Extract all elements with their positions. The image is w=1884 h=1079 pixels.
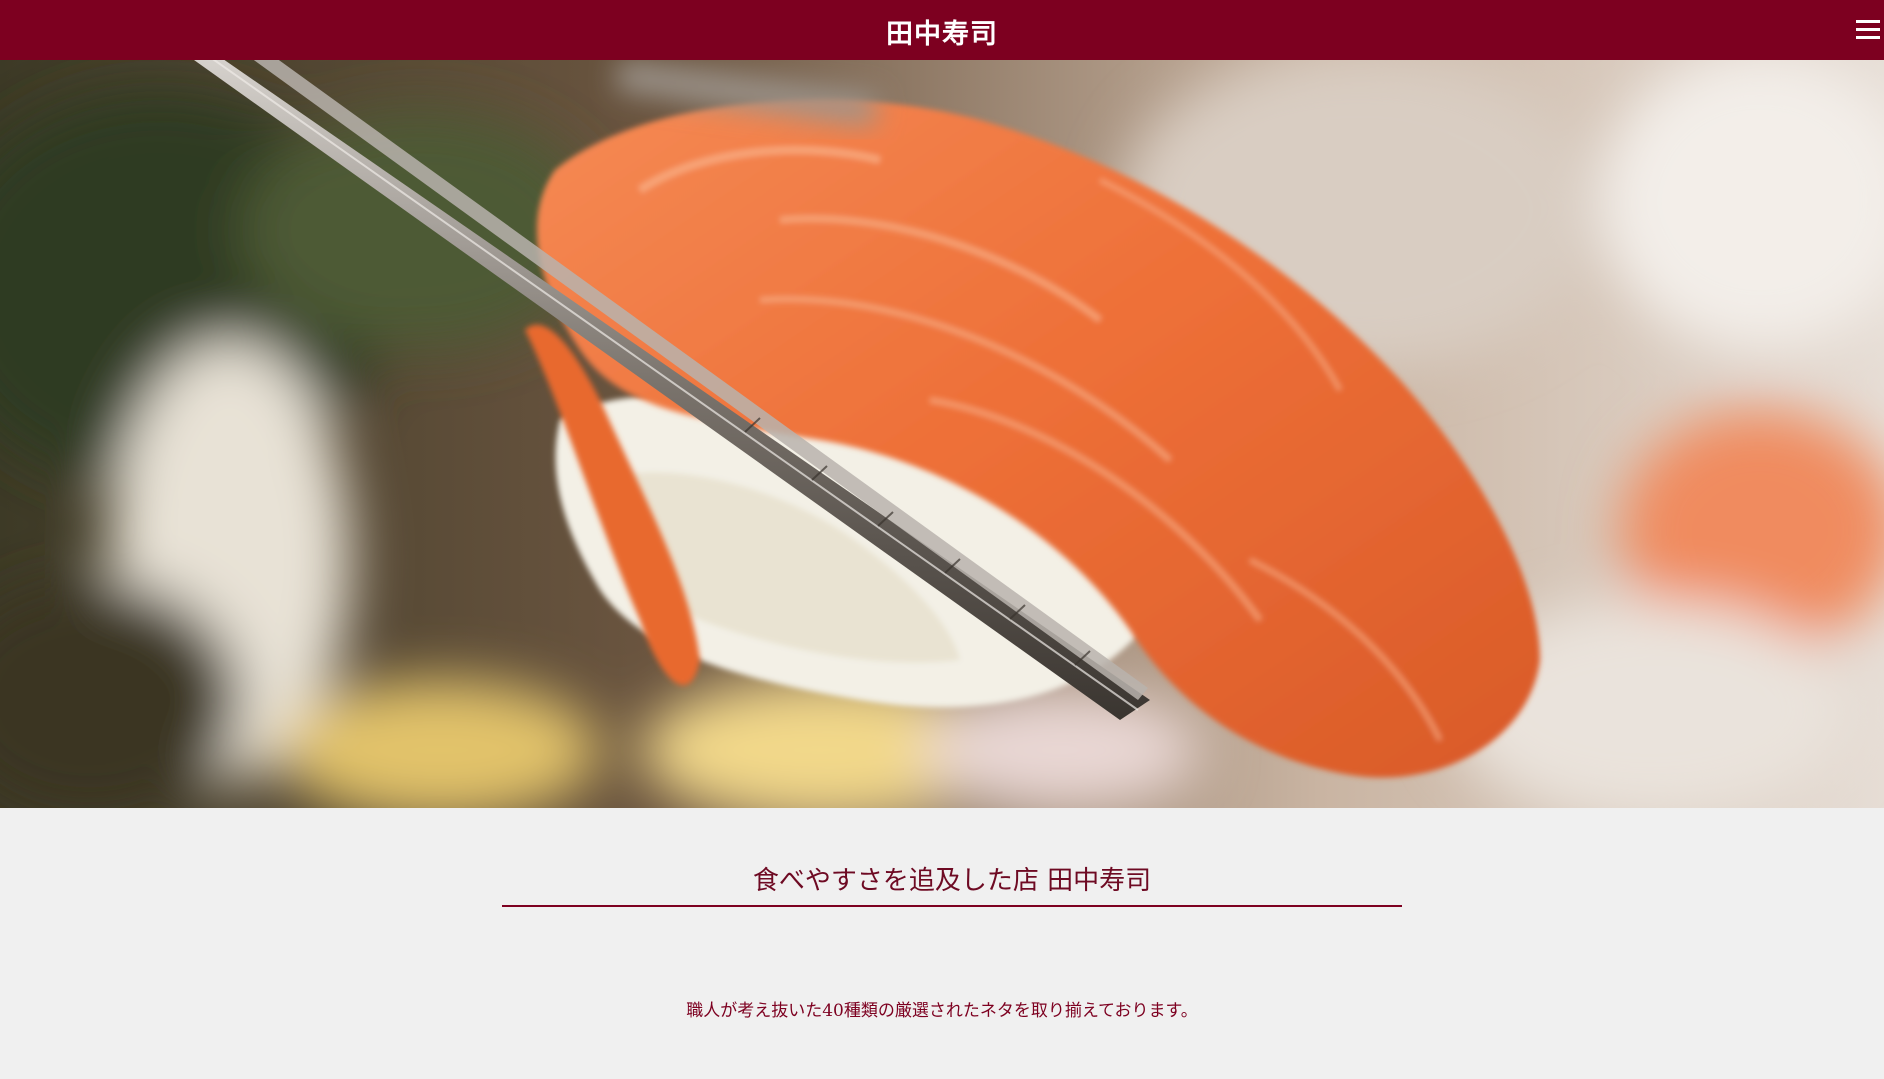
salmon-sushi-photo: [0, 60, 1884, 808]
hamburger-menu-icon[interactable]: [1856, 20, 1882, 44]
section-heading: 食べやすさを追及した店 田中寿司: [502, 860, 1402, 907]
menu-bar: [1856, 36, 1880, 39]
menu-bar: [1856, 20, 1880, 23]
site-header: 田中寿司: [0, 0, 1884, 60]
hero-image: [0, 60, 1884, 808]
site-title[interactable]: 田中寿司: [0, 12, 1884, 51]
intro-section: 食べやすさを追及した店 田中寿司 職人が考え抜いた40種類の厳選されたネタを取り…: [0, 808, 1884, 1079]
intro-lead-text: 職人が考え抜いた40種類の厳選されたネタを取り揃えております。: [686, 1001, 1198, 1021]
menu-bar: [1856, 28, 1880, 31]
